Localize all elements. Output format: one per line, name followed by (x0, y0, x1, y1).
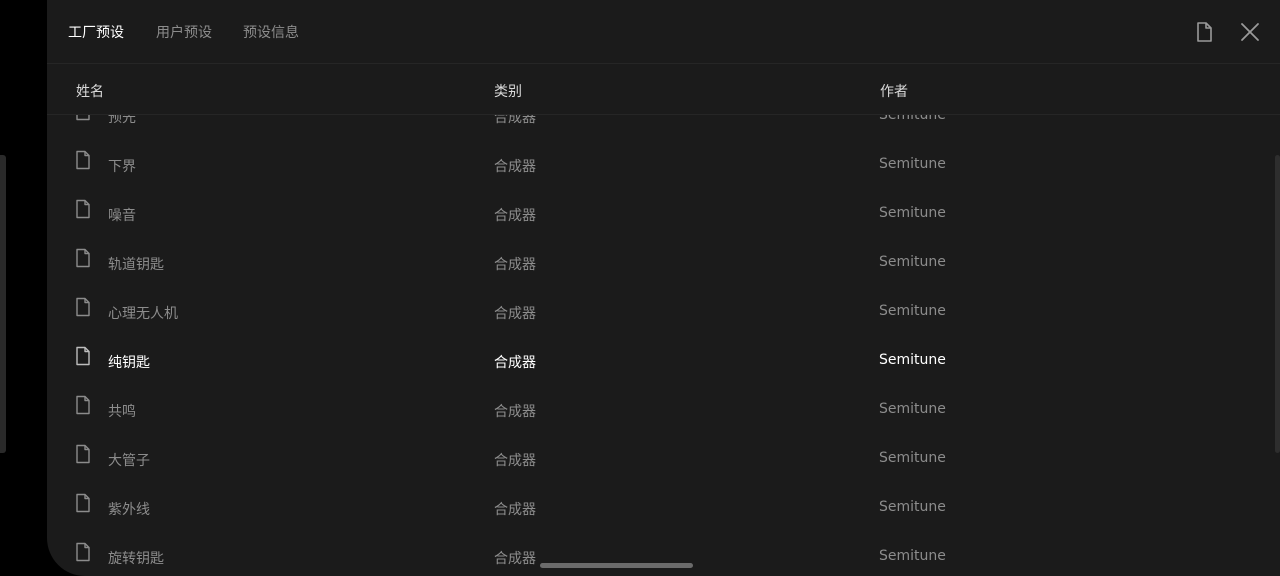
column-header-category[interactable]: 类别 (494, 81, 522, 101)
top-bar: 工厂预设 用户预设 预设信息 (47, 0, 1280, 64)
preset-browser-panel: 工厂预设 用户预设 预设信息 姓名 类别 作者 预先 合成器 Semitune (47, 0, 1280, 576)
preset-name: 心理无人机 (108, 306, 178, 322)
table-row[interactable]: 下界 合成器 Semitune (47, 140, 1280, 189)
preset-category: 合成器 (494, 208, 536, 224)
preset-name: 纯钥匙 (108, 355, 150, 371)
preset-name: 旋转钥匙 (108, 551, 164, 567)
preset-name: 共鸣 (108, 404, 136, 420)
file-icon (75, 542, 91, 562)
table-row[interactable]: 旋转钥匙 合成器 Semitune (47, 532, 1280, 576)
file-icon (75, 444, 91, 464)
table-row[interactable]: 噪音 合成器 Semitune (47, 189, 1280, 238)
table-row[interactable]: 轨道钥匙 合成器 Semitune (47, 238, 1280, 287)
preset-category: 合成器 (494, 404, 536, 420)
table-row[interactable]: 紫外线 合成器 Semitune (47, 483, 1280, 532)
preset-name: 大管子 (108, 453, 150, 469)
preset-author: Semitune (879, 156, 946, 172)
file-icon (75, 297, 91, 317)
preset-author: Semitune (879, 450, 946, 466)
preset-category: 合成器 (494, 306, 536, 322)
preset-author: Semitune (879, 401, 946, 417)
preset-name: 紫外线 (108, 502, 150, 518)
file-icon (75, 248, 91, 268)
table-row[interactable]: 预先 合成器 Semitune (47, 115, 1280, 140)
file-icon (75, 395, 91, 415)
close-icon[interactable] (1238, 20, 1262, 44)
preset-author: Semitune (879, 254, 946, 270)
preset-category: 合成器 (494, 115, 536, 126)
preset-category: 合成器 (494, 551, 536, 567)
file-icon (75, 199, 91, 219)
file-icon (75, 493, 91, 513)
column-header-author[interactable]: 作者 (880, 81, 908, 101)
file-icon (75, 150, 91, 170)
home-indicator[interactable] (540, 563, 693, 568)
table-header: 姓名 类别 作者 (47, 64, 1280, 115)
file-icon (75, 115, 91, 121)
table-row-selected[interactable]: 纯钥匙 合成器 Semitune (47, 336, 1280, 385)
preset-category: 合成器 (494, 159, 536, 175)
preset-list[interactable]: 预先 合成器 Semitune 下界 合成器 Semitune 噪音 合成器 S… (47, 115, 1280, 576)
preset-author: Semitune (879, 115, 946, 123)
scrollbar[interactable] (1275, 155, 1280, 453)
preset-author: Semitune (879, 303, 946, 319)
preset-name: 下界 (108, 159, 136, 175)
tab-factory-presets[interactable]: 工厂预设 (68, 22, 124, 42)
preset-author: Semitune (879, 352, 946, 368)
preset-category: 合成器 (494, 453, 536, 469)
document-icon[interactable] (1192, 20, 1216, 44)
table-row[interactable]: 共鸣 合成器 Semitune (47, 385, 1280, 434)
preset-author: Semitune (879, 205, 946, 221)
preset-name: 噪音 (108, 208, 136, 224)
tab-user-presets[interactable]: 用户预设 (156, 22, 212, 42)
background-window-edge (0, 155, 6, 453)
column-header-name[interactable]: 姓名 (76, 81, 104, 101)
preset-author: Semitune (879, 548, 946, 564)
table-row[interactable]: 大管子 合成器 Semitune (47, 434, 1280, 483)
preset-category: 合成器 (494, 502, 536, 518)
table-row[interactable]: 心理无人机 合成器 Semitune (47, 287, 1280, 336)
preset-category: 合成器 (494, 257, 536, 273)
file-icon (75, 346, 91, 366)
preset-name: 预先 (108, 115, 136, 126)
tab-preset-info[interactable]: 预设信息 (243, 22, 299, 42)
preset-category: 合成器 (494, 355, 536, 371)
preset-name: 轨道钥匙 (108, 257, 164, 273)
preset-author: Semitune (879, 499, 946, 515)
